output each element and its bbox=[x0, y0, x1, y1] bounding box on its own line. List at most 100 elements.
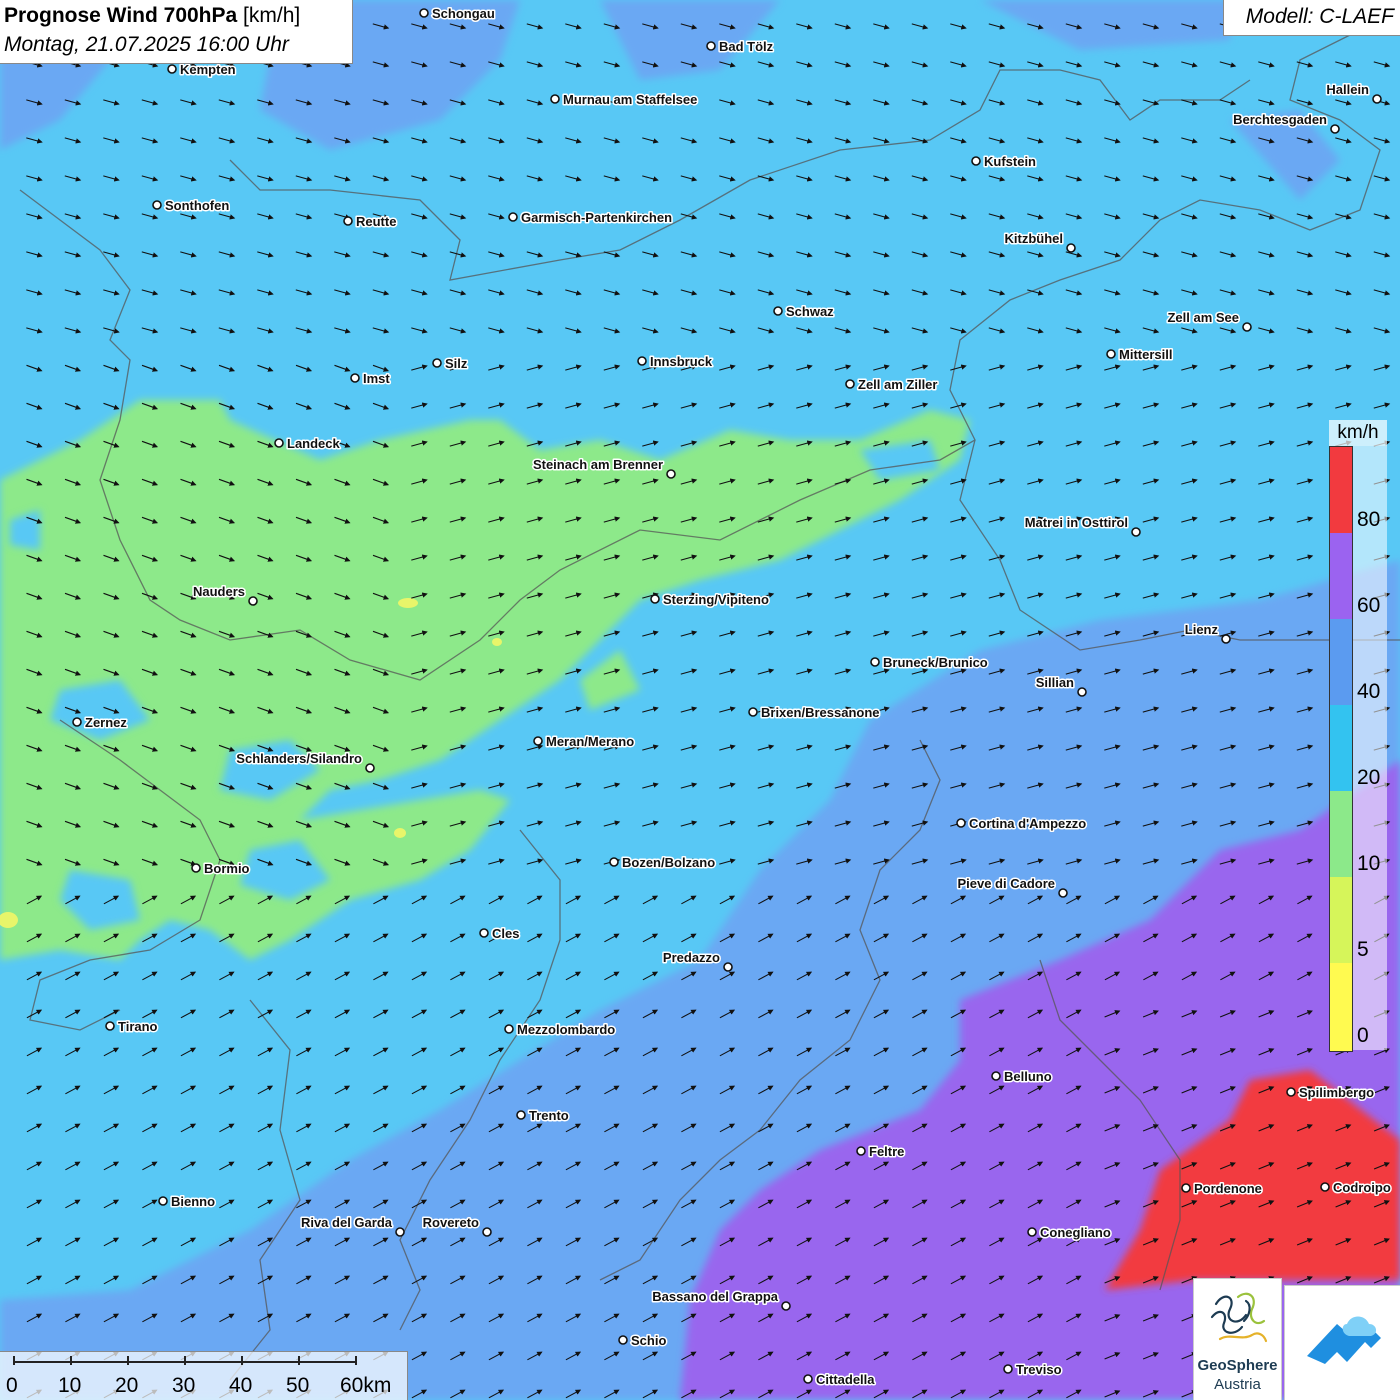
city-marker-icon bbox=[365, 763, 375, 773]
city-marker-icon bbox=[72, 717, 82, 727]
model-label: Modell: C-LAEF bbox=[1245, 5, 1394, 28]
city-marker: Schongau bbox=[419, 5, 496, 23]
city-marker-icon bbox=[395, 1227, 405, 1237]
city-label: Sonthofen bbox=[165, 198, 229, 213]
city-label: Nauders bbox=[193, 584, 245, 599]
city-label: Rovereto bbox=[423, 1215, 479, 1230]
city-label: Sillian bbox=[1036, 675, 1074, 690]
scale-label: 60km bbox=[340, 1374, 392, 1397]
map-viewer: Schongau Bad Tölz Kempten Murnau am Staffel… bbox=[0, 0, 1400, 1400]
model-box: Modell: C-LAEF bbox=[1223, 0, 1400, 36]
city-marker-icon bbox=[504, 1024, 514, 1034]
city-marker: Zell am Ziller bbox=[845, 376, 939, 394]
city-marker-icon bbox=[1286, 1087, 1296, 1097]
city-label: Kempten bbox=[180, 62, 236, 77]
scale-tick-mark bbox=[70, 1356, 72, 1365]
scale-tick-mark bbox=[184, 1356, 186, 1365]
scale-label: 50 bbox=[286, 1374, 310, 1397]
city-marker-icon bbox=[637, 356, 647, 366]
city-marker: Mezzolombardo bbox=[504, 1021, 617, 1039]
city-label: Predazzo bbox=[663, 950, 720, 965]
scale-tick-mark bbox=[298, 1356, 300, 1365]
legend-class-80-plus bbox=[1330, 447, 1352, 533]
city-marker: Meran/Merano bbox=[533, 733, 636, 751]
city-label: Kufstein bbox=[984, 154, 1036, 169]
scale-label: 30 bbox=[172, 1374, 196, 1397]
city-label: Feltre bbox=[869, 1144, 904, 1159]
city-label: Brixen/Bressanone bbox=[761, 705, 880, 720]
city-label: Hallein bbox=[1326, 82, 1369, 97]
scale-label: 10 bbox=[58, 1374, 82, 1397]
city-marker-icon bbox=[432, 358, 442, 368]
city-marker-icon bbox=[706, 41, 716, 51]
city-marker-icon bbox=[550, 94, 560, 104]
legend-tick: 40 bbox=[1357, 680, 1381, 703]
city-label: Schwaz bbox=[786, 304, 834, 319]
city-label: Pordenone bbox=[1194, 1181, 1262, 1196]
city-label: Bad Tölz bbox=[719, 39, 774, 54]
city-marker-icon bbox=[971, 156, 981, 166]
city-label: Schlanders/Silandro bbox=[236, 751, 362, 766]
city-marker-icon bbox=[1372, 94, 1382, 104]
city-marker-icon bbox=[991, 1071, 1001, 1081]
city-label: Pieve di Cadore bbox=[957, 876, 1055, 891]
city-marker-icon bbox=[343, 216, 353, 226]
wind-map: Schongau Bad Tölz Kempten Murnau am Staffel… bbox=[0, 0, 1400, 1400]
city-marker: Brixen/Bressanone bbox=[748, 704, 881, 722]
city-label: Trento bbox=[529, 1108, 569, 1123]
legend-class-40-60 bbox=[1330, 619, 1352, 705]
city-marker-icon bbox=[845, 379, 855, 389]
city-marker-icon bbox=[618, 1335, 628, 1345]
city-marker-icon bbox=[158, 1196, 168, 1206]
city-marker-icon bbox=[1003, 1364, 1013, 1374]
app-logo[interactable] bbox=[1284, 1285, 1400, 1400]
city-label: Schongau bbox=[432, 6, 495, 21]
scale-label: 40 bbox=[229, 1374, 253, 1397]
geosphere-logo[interactable]: GeoSphere Austria bbox=[1193, 1278, 1282, 1400]
city-marker: Cortina d'Ampezzo bbox=[956, 815, 1088, 833]
city-label: Bienno bbox=[171, 1194, 215, 1209]
city-marker-icon bbox=[350, 373, 360, 383]
city-label: Mezzolombardo bbox=[517, 1022, 615, 1037]
city-marker-icon bbox=[479, 928, 489, 938]
app-logo-icon bbox=[1307, 1316, 1381, 1364]
city-marker-icon bbox=[748, 707, 758, 717]
legend-tick: 5 bbox=[1357, 938, 1369, 961]
city-marker-icon bbox=[191, 863, 201, 873]
city-marker: Conegliano bbox=[1027, 1224, 1112, 1242]
legend-tick: 60 bbox=[1357, 594, 1381, 617]
city-label: Imst bbox=[363, 371, 390, 386]
city-marker-icon bbox=[803, 1374, 813, 1384]
city-marker: Innsbruck bbox=[637, 353, 714, 371]
city-marker-icon bbox=[650, 594, 660, 604]
city-marker-icon bbox=[1106, 349, 1116, 359]
city-marker-icon bbox=[1077, 687, 1087, 697]
city-label: Mittersill bbox=[1119, 347, 1172, 362]
city-marker-icon bbox=[781, 1301, 791, 1311]
city-marker-icon bbox=[1330, 124, 1340, 134]
city-marker-icon bbox=[167, 64, 177, 74]
geosphere-logo-icon bbox=[1210, 1292, 1268, 1343]
city-marker-icon bbox=[1066, 243, 1076, 253]
city-label: Conegliano bbox=[1040, 1225, 1111, 1240]
city-label: Spilimbergo bbox=[1299, 1085, 1374, 1100]
city-label: Cittadella bbox=[816, 1372, 875, 1387]
city-marker-icon bbox=[516, 1110, 526, 1120]
city-label: Belluno bbox=[1004, 1069, 1052, 1084]
legend-class-60-80 bbox=[1330, 533, 1352, 619]
geosphere-name: GeoSphere bbox=[1197, 1357, 1278, 1374]
legend-tick: 0 bbox=[1357, 1024, 1369, 1047]
city-marker: Garmisch-Partenkirchen bbox=[508, 209, 674, 227]
city-marker-icon bbox=[870, 657, 880, 667]
city-marker: Pordenone bbox=[1181, 1180, 1263, 1198]
scale-label: 0 bbox=[6, 1374, 18, 1397]
city-marker: Murnau am Staffelsee bbox=[550, 91, 699, 109]
city-marker: Bozen/Bolzano bbox=[609, 854, 717, 872]
city-marker-icon bbox=[1131, 527, 1141, 537]
city-label: Zell am Ziller bbox=[858, 377, 937, 392]
city-label: Tirano bbox=[118, 1019, 158, 1034]
city-marker-icon bbox=[508, 212, 518, 222]
forecast-datetime: Montag, 21.07.2025 16:00 Uhr bbox=[4, 33, 289, 56]
scale-tick-mark bbox=[13, 1356, 15, 1365]
legend-class-5-10 bbox=[1330, 877, 1352, 963]
